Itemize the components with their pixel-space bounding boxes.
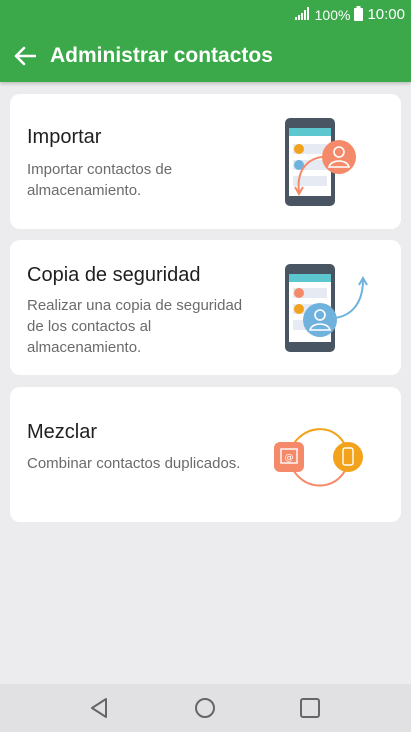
nav-back-icon[interactable] (88, 696, 112, 720)
backup-illustration (271, 258, 371, 358)
status-bar: 100% 10:00 (0, 0, 411, 29)
navigation-bar (0, 684, 411, 732)
card-description: Importar contactos de almacenamiento. (27, 161, 173, 199)
nav-home-icon[interactable] (193, 696, 217, 720)
merge-card[interactable]: Mezclar Combinar contactos duplicados. @ (10, 387, 401, 522)
battery-percent: 100% (314, 6, 351, 23)
app-bar: Administrar contactos (0, 29, 411, 82)
card-title: Mezclar (27, 421, 98, 443)
card-description: Realizar una copia de seguridad de los c… (27, 297, 243, 356)
nav-recents-icon[interactable] (298, 696, 322, 720)
back-arrow-icon[interactable] (0, 29, 50, 82)
card-description: Combinar contactos duplicados. (27, 455, 241, 472)
clock: 10:00 (367, 6, 405, 23)
content-area: Importar Importar contactos de almacenam… (0, 82, 411, 684)
page-title: Administrar contactos (50, 43, 273, 67)
card-title: Importar (27, 126, 102, 148)
backup-card[interactable]: Copia de seguridad Realizar una copia de… (10, 240, 401, 375)
signal-icon (294, 6, 311, 23)
card-title: Copia de seguridad (27, 264, 201, 286)
merge-illustration: @ (271, 405, 371, 505)
battery-icon (354, 5, 364, 24)
svg-text:@: @ (285, 453, 294, 463)
import-card[interactable]: Importar Importar contactos de almacenam… (10, 94, 401, 229)
import-illustration (271, 112, 371, 212)
